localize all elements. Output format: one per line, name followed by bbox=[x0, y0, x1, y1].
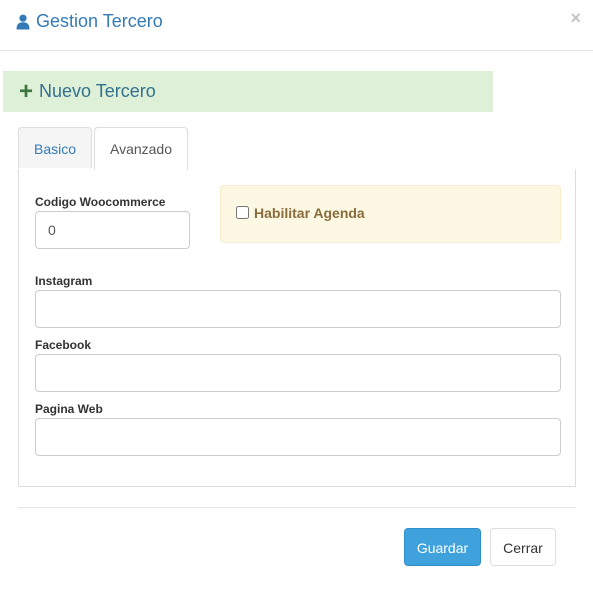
tab-bar: Basico Avanzado bbox=[18, 127, 576, 170]
cerrar-button[interactable]: Cerrar bbox=[490, 528, 556, 566]
footer-divider bbox=[18, 507, 576, 508]
close-icon[interactable]: × bbox=[570, 9, 581, 27]
plus-icon: + bbox=[19, 77, 34, 105]
modal-title-text: Gestion Tercero bbox=[36, 11, 163, 31]
pagina-web-input[interactable] bbox=[35, 418, 561, 456]
instagram-input[interactable] bbox=[35, 290, 561, 328]
instagram-label: Instagram bbox=[35, 274, 93, 288]
habilitar-agenda-checkbox[interactable] bbox=[236, 206, 249, 219]
tab-basico[interactable]: Basico bbox=[18, 127, 92, 168]
modal-header: Gestion Tercero × bbox=[0, 0, 593, 51]
habilitar-agenda-box: Habilitar Agenda bbox=[220, 185, 561, 243]
codigo-woocommerce-label: Codigo Woocommerce bbox=[35, 195, 166, 209]
tab-panel-avanzado: Codigo Woocommerce Habilitar Agenda Inst… bbox=[18, 169, 576, 487]
habilitar-agenda-label[interactable]: Habilitar Agenda bbox=[254, 205, 365, 221]
pagina-web-label: Pagina Web bbox=[35, 402, 103, 416]
facebook-input[interactable] bbox=[35, 354, 561, 392]
tab-avanzado[interactable]: Avanzado bbox=[94, 127, 188, 170]
user-icon bbox=[16, 14, 30, 29]
modal-title: Gestion Tercero bbox=[16, 11, 163, 32]
guardar-button[interactable]: Guardar bbox=[404, 528, 481, 566]
banner-title: Nuevo Tercero bbox=[39, 81, 156, 101]
codigo-woocommerce-input[interactable] bbox=[35, 211, 190, 249]
new-tercero-banner: + Nuevo Tercero bbox=[3, 71, 493, 112]
facebook-label: Facebook bbox=[35, 338, 92, 352]
